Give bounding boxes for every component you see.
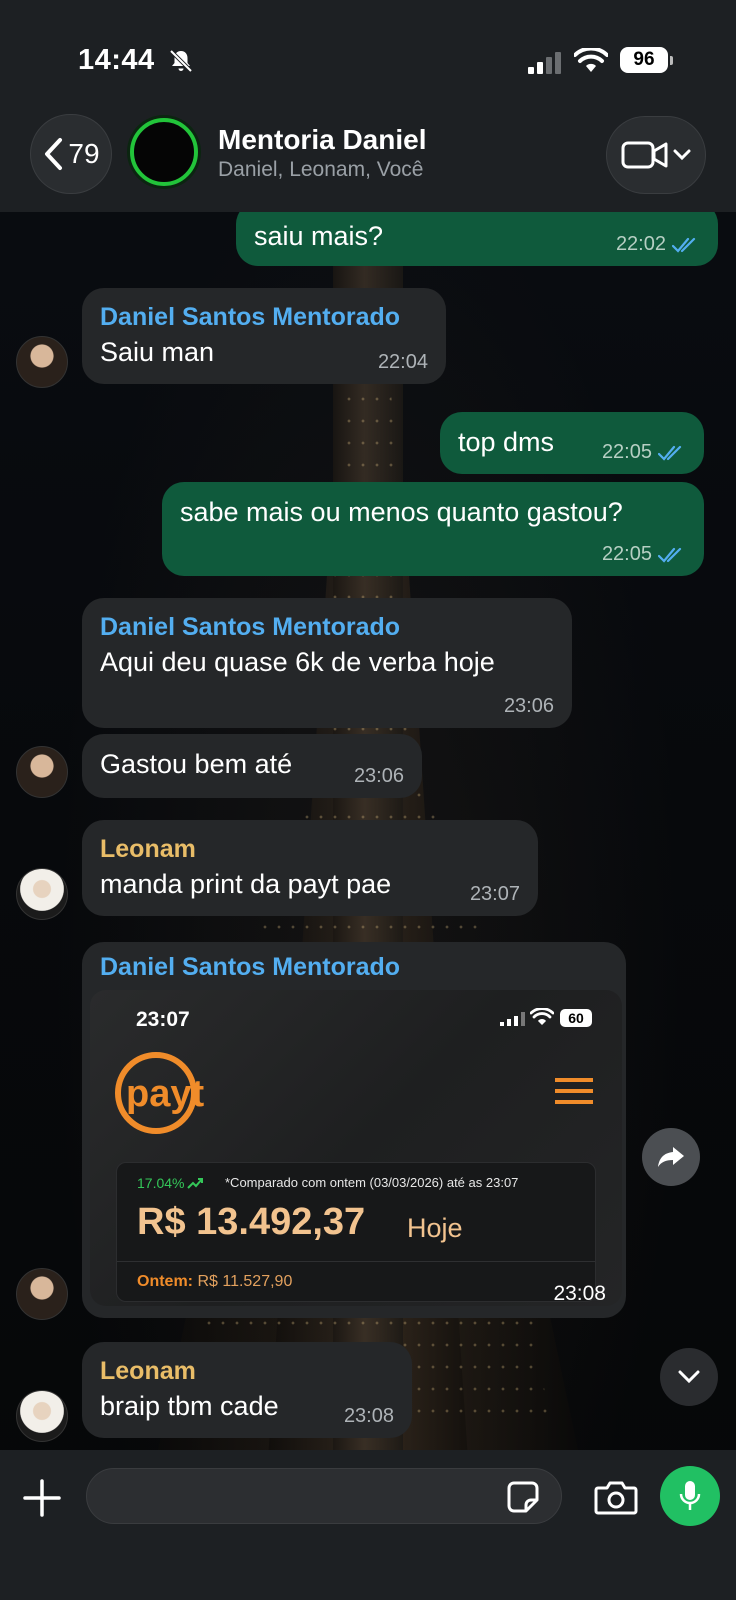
back-chevron-icon xyxy=(45,138,63,170)
sender-name[interactable]: Daniel Santos Mentorado xyxy=(100,300,428,334)
message-bubble-incoming[interactable]: Daniel Santos Mentorado Saiu man 22:04 xyxy=(82,288,446,384)
share-icon xyxy=(658,1147,684,1167)
message-text: sabe mais ou menos quanto gastou? xyxy=(180,497,623,527)
message-meta: 22:02 xyxy=(616,233,700,256)
message-meta: 23:08 xyxy=(553,1282,606,1306)
avatar[interactable] xyxy=(16,1268,68,1320)
message-time: 23:08 xyxy=(553,1282,606,1305)
video-call-button[interactable] xyxy=(606,116,706,194)
plus-icon[interactable] xyxy=(22,1478,62,1518)
avatar[interactable] xyxy=(16,746,68,798)
chat-title[interactable]: Mentoria Daniel xyxy=(218,124,426,156)
message-time: 22:02 xyxy=(615,233,666,255)
signal-icon xyxy=(528,52,561,74)
message-time: 23:06 xyxy=(353,765,404,787)
payt-logo: payt xyxy=(115,1052,204,1134)
avatar[interactable] xyxy=(16,868,68,920)
chevron-down-icon xyxy=(678,1370,700,1384)
sender-name[interactable]: Daniel Santos Mentorado xyxy=(100,610,554,644)
growth-percent: 17.04% xyxy=(137,1175,204,1191)
message-meta: 23:06 xyxy=(354,765,404,788)
yesterday-row: Ontem: R$ 11.527,90 xyxy=(137,1273,293,1290)
screenshot-time: 23:07 xyxy=(136,1008,190,1031)
avatar[interactable] xyxy=(16,1390,68,1442)
message-time: 22:04 xyxy=(377,351,428,373)
double-check-icon xyxy=(658,445,682,461)
today-label: Hoje xyxy=(407,1213,463,1243)
chat-header: 79 Mentoria Daniel Daniel, Leonam, Você xyxy=(0,110,736,212)
signal-icon xyxy=(500,1012,525,1026)
message-meta: 23:07 xyxy=(470,883,520,906)
scroll-to-bottom-button[interactable] xyxy=(660,1348,718,1406)
composer-bar xyxy=(0,1450,736,1600)
group-avatar[interactable] xyxy=(130,118,198,186)
voice-record-button[interactable] xyxy=(660,1466,720,1526)
message-meta: 22:04 xyxy=(378,351,428,374)
mic-icon xyxy=(679,1481,701,1510)
message-meta: 22:05 xyxy=(602,543,686,566)
message-time: 23:06 xyxy=(503,695,554,717)
message-text: manda print da payt pae xyxy=(100,869,392,899)
status-time: 14:44 xyxy=(78,44,155,76)
message-bubble-outgoing[interactable]: sabe mais ou menos quanto gastou? 22:05 xyxy=(162,482,704,576)
message-meta: 22:05 xyxy=(602,441,686,464)
message-time: 22:05 xyxy=(601,441,652,463)
chat-participants[interactable]: Daniel, Leonam, Você xyxy=(218,158,423,182)
battery-icon: 96 xyxy=(620,47,673,73)
message-bubble-outgoing[interactable]: saiu mais? 22:02 xyxy=(236,212,718,266)
sender-name[interactable]: Daniel Santos Mentorado xyxy=(100,950,400,984)
battery-icon: 60 xyxy=(560,1009,592,1027)
message-bubble-image[interactable]: Daniel Santos Mentorado 23:07 60 payt 17… xyxy=(82,942,626,1318)
menu-icon xyxy=(555,1078,593,1104)
wifi-icon xyxy=(530,1008,554,1025)
message-meta: 23:08 xyxy=(344,1405,394,1428)
revenue-panel: 17.04% *Comparado com ontem (03/03/2026)… xyxy=(116,1162,596,1302)
trend-up-icon xyxy=(187,1178,204,1189)
video-icon xyxy=(621,141,668,169)
camera-icon[interactable] xyxy=(594,1478,638,1516)
message-bubble-incoming[interactable]: Daniel Santos Mentorado Aqui deu quase 6… xyxy=(82,598,572,728)
message-bubble-incoming[interactable]: Leonam manda print da payt pae 23:07 xyxy=(82,820,538,916)
avatar[interactable] xyxy=(16,336,68,388)
message-time: 23:07 xyxy=(469,883,520,905)
message-list[interactable]: saiu mais? 22:02 Daniel Santos Mentorado… xyxy=(0,212,736,1450)
message-meta: 23:06 xyxy=(504,695,554,718)
svg-text:payt: payt xyxy=(126,1073,204,1115)
unread-count: 79 xyxy=(68,138,100,169)
message-time: 22:05 xyxy=(601,543,652,565)
comparison-note: *Comparado com ontem (03/03/2026) até as… xyxy=(225,1175,519,1190)
double-check-icon xyxy=(658,547,682,563)
message-input[interactable] xyxy=(86,1468,562,1524)
message-bubble-incoming[interactable]: Gastou bem até 23:06 xyxy=(82,734,422,798)
sticker-icon[interactable] xyxy=(506,1480,540,1514)
sender-name[interactable]: Leonam xyxy=(100,1354,394,1388)
message-text: Aqui deu quase 6k de verba hoje xyxy=(100,647,495,677)
double-check-icon xyxy=(672,237,696,253)
back-button[interactable]: 79 xyxy=(30,114,112,194)
forward-button[interactable] xyxy=(642,1128,700,1186)
image-attachment[interactable]: 23:07 60 payt 17.04% *Comparado com onte… xyxy=(90,990,622,1306)
bell-off-icon xyxy=(169,49,193,73)
status-bar: 14:44 96 xyxy=(0,0,736,110)
message-time: 23:08 xyxy=(343,1405,394,1427)
sender-name[interactable]: Leonam xyxy=(100,832,520,866)
divider xyxy=(117,1261,595,1262)
revenue-amount: R$ 13.492,37 xyxy=(137,1201,366,1243)
chevron-down-icon xyxy=(673,149,691,161)
wifi-icon xyxy=(574,48,608,72)
message-bubble-incoming[interactable]: Leonam braip tbm cade 23:08 xyxy=(82,1342,412,1438)
message-bubble-outgoing[interactable]: top dms 22:05 xyxy=(440,412,704,474)
